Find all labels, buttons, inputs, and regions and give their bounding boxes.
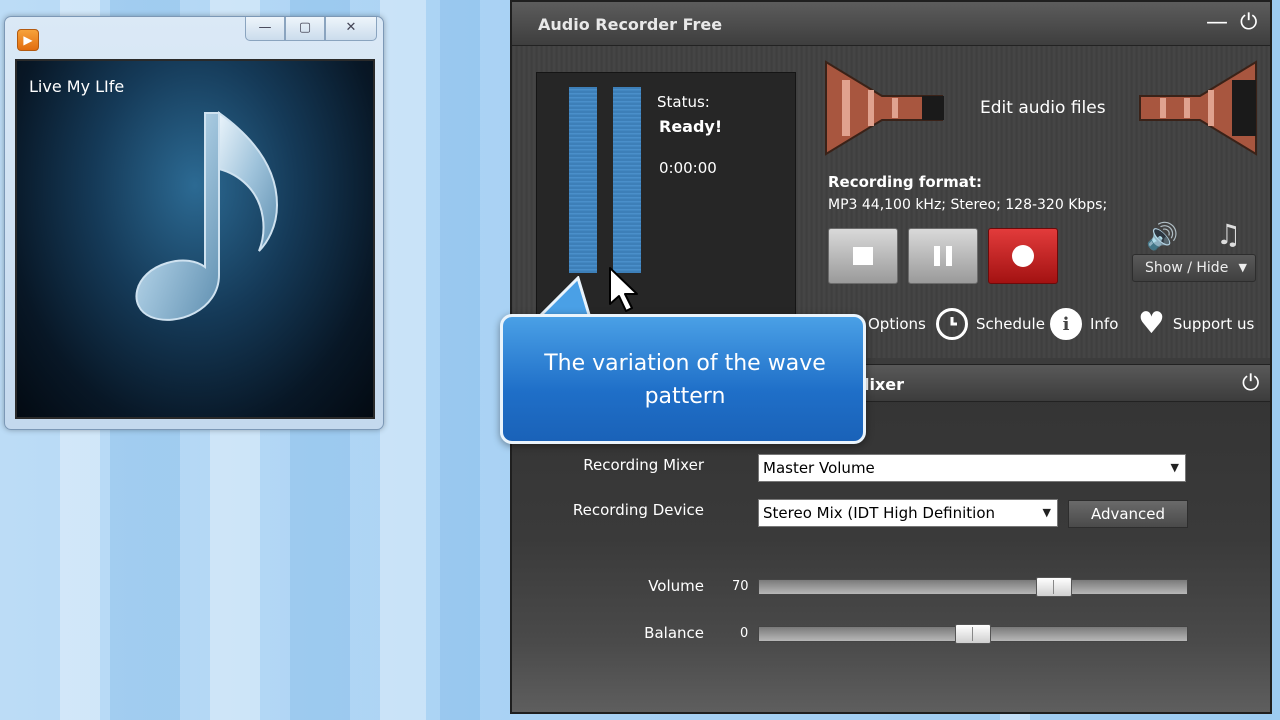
chevron-down-icon: ▼ [1238, 261, 1247, 274]
recording-format-label: Recording format: [828, 173, 982, 191]
song-title: Live My LIfe [29, 77, 125, 96]
status-label: Status: [657, 93, 710, 111]
schedule-button[interactable]: Schedule [936, 306, 1045, 342]
power-icon[interactable]: ⏻ [1240, 10, 1257, 36]
schedule-label: Schedule [976, 315, 1045, 333]
minimize-icon[interactable]: — [1206, 10, 1228, 36]
music-note-small-icon[interactable]: ♫ [1216, 218, 1241, 251]
close-button[interactable]: ✕ [325, 17, 377, 41]
mixer-title: lixer [864, 375, 905, 394]
mixer-power-icon[interactable]: ⏻ [1242, 371, 1259, 397]
volume-value: 70 [732, 579, 749, 594]
media-player-titlebar[interactable]: ▶ — ▢ ✕ [5, 17, 383, 59]
info-button[interactable]: i Info [1050, 306, 1118, 342]
music-note-icon [135, 111, 279, 321]
recording-format-value: MP3 44,100 kHz; Stereo; 128-320 Kbps; [828, 197, 1108, 213]
recording-timer: 0:00:00 [659, 159, 717, 177]
balance-slider[interactable] [758, 624, 1188, 644]
volume-slider[interactable] [758, 577, 1188, 597]
options-label: Options [868, 315, 926, 333]
support-label: Support us [1172, 315, 1255, 333]
support-button[interactable]: ♥ Support us [1138, 306, 1254, 342]
pause-button[interactable] [908, 228, 978, 284]
maximize-button[interactable]: ▢ [285, 17, 325, 41]
advanced-button[interactable]: Advanced [1068, 500, 1188, 528]
record-button[interactable] [988, 228, 1058, 284]
volume-label: Volume [648, 577, 704, 595]
trumpet-left-icon [825, 60, 944, 156]
recording-device-select[interactable]: Stereo Mix (IDT High Definition ▼ [758, 499, 1058, 527]
recording-mixer-value: Master Volume [763, 459, 875, 477]
trumpet-right-icon [1139, 60, 1257, 156]
info-icon: i [1050, 308, 1082, 340]
balance-slider-thumb[interactable] [955, 624, 991, 644]
media-player-app-icon: ▶ [17, 29, 39, 51]
chevron-down-icon: ▼ [1170, 461, 1179, 474]
status-value: Ready! [659, 117, 723, 136]
recording-mixer-label: Recording Mixer [583, 456, 704, 474]
now-playing-view: Live My LIfe [15, 59, 375, 419]
recording-device-label: Recording Device [572, 501, 704, 519]
right-channel-meter [613, 87, 641, 273]
volume-slider-thumb[interactable] [1036, 577, 1073, 597]
record-icon [1012, 245, 1034, 267]
recording-mixer-select[interactable]: Master Volume ▼ [758, 454, 1186, 482]
recording-device-value: Stereo Mix (IDT High Definition [763, 504, 996, 522]
mouse-cursor-icon [609, 267, 638, 312]
heart-icon: ♥ [1138, 306, 1165, 341]
left-channel-meter [569, 87, 597, 273]
recorder-title: Audio Recorder Free [538, 15, 723, 34]
info-label: Info [1090, 315, 1119, 333]
edit-audio-label[interactable]: Edit audio files [980, 98, 1106, 118]
chevron-down-icon: ▼ [1042, 506, 1051, 519]
callout-text: The variation of the wave pattern [544, 351, 826, 409]
options-button[interactable]: Options [868, 306, 926, 342]
clock-icon [936, 308, 968, 340]
show-hide-dropdown[interactable]: Show / Hide ▼ [1132, 254, 1256, 282]
show-hide-label: Show / Hide [1145, 260, 1229, 276]
annotation-callout: The variation of the wave pattern [500, 314, 866, 444]
window-controls: — ▢ ✕ [245, 17, 377, 41]
media-player-window: ▶ — ▢ ✕ Live My LIfe [4, 16, 384, 430]
balance-value: 0 [740, 626, 749, 641]
minimize-button[interactable]: — [245, 17, 285, 41]
pause-icon [934, 246, 952, 266]
recorder-titlebar[interactable]: Audio Recorder Free — ⏻ [512, 2, 1270, 46]
stop-button[interactable] [828, 228, 898, 284]
speaker-icon[interactable]: 🔊 [1146, 222, 1178, 252]
balance-label: Balance [644, 624, 704, 642]
stop-icon [853, 247, 873, 265]
